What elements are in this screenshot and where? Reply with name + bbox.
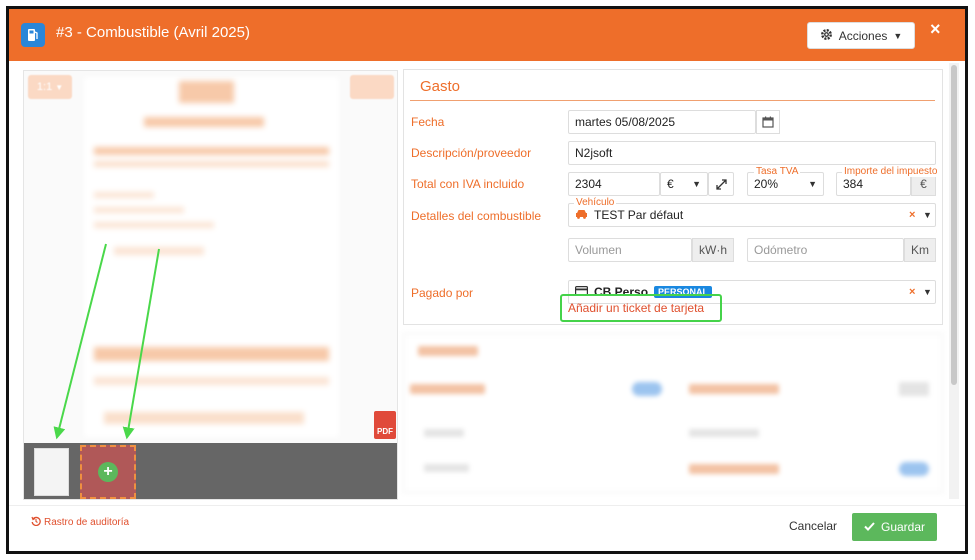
volume-input[interactable]: Volumen [568,238,692,262]
expense-form: Gasto Fecha martes 05/08/2025 Descripció… [403,69,943,325]
zoom-ratio-button[interactable]: 1:1 ▼ [28,75,72,99]
close-icon[interactable]: × [930,19,941,40]
section-title: Gasto [420,78,461,95]
fuel-details-label: Detalles del combustible [411,209,542,223]
tax-rate-value: 20% [754,177,779,191]
plus-circle-icon: + [98,462,118,482]
preview-settings-button[interactable] [350,75,394,99]
document-preview: 1:1 ▼ PDF + [23,70,398,500]
receipt-image [84,77,339,437]
odometer-input[interactable]: Odómetro [747,238,904,262]
caret-down-icon: ▼ [923,210,932,220]
footer-divider [9,505,965,506]
odometer-unit-addon: Km [904,238,936,262]
scrollbar-thumb[interactable] [951,65,957,385]
fuel-pump-icon [21,23,45,47]
paid-by-label: Pagado por [411,286,474,300]
history-icon [31,516,41,529]
vehicle-label: Vehículo [574,197,617,208]
tax-amount-label: Importe del impuesto [842,166,940,177]
total-input[interactable]: 2304 [568,172,660,196]
caret-down-icon: ▼ [923,287,932,297]
expand-icon[interactable] [708,172,734,196]
actions-button[interactable]: Acciones ▼ [807,22,915,49]
calendar-icon[interactable] [756,110,780,134]
audit-trail-label: Rastro de auditoría [44,517,130,528]
audit-trail-link[interactable]: Rastro de auditoría [31,516,129,529]
blurred-section [403,333,943,493]
caret-down-icon: ▼ [808,179,817,189]
modal-header: #3 - Combustible (Avril 2025) Acciones ▼… [9,9,965,61]
check-icon [864,520,875,534]
page-thumbnail[interactable] [34,448,69,496]
add-card-ticket-link[interactable]: Añadir un ticket de tarjeta [560,294,722,322]
total-label: Total con IVA incluido [411,177,525,191]
vehicle-value: TEST Par défaut [594,208,684,222]
pdf-icon: PDF [374,411,396,439]
description-input[interactable]: N2jsoft [568,141,936,165]
add-page-button[interactable]: + [80,445,136,499]
clear-icon[interactable]: × [909,209,915,221]
currency-value: € [667,177,674,191]
save-label: Guardar [880,520,926,534]
caret-down-icon: ▼ [893,30,903,41]
thumbnail-strip: + [24,443,397,499]
section-divider [410,100,935,101]
caret-down-icon: ▼ [692,179,701,189]
description-label: Descripción/proveedor [411,146,532,160]
currency-select[interactable]: € ▼ [660,172,708,196]
gear-icon [820,28,833,44]
save-button[interactable]: Guardar [852,513,937,541]
tax-rate-label: Tasa TVA [754,166,801,177]
modal-window: #3 - Combustible (Avril 2025) Acciones ▼… [6,6,968,554]
date-label: Fecha [411,115,445,129]
date-input[interactable]: martes 05/08/2025 [568,110,756,134]
modal-title: #3 - Combustible (Avril 2025) [56,24,250,41]
car-icon [575,208,588,222]
cancel-button[interactable]: Cancelar [789,519,837,533]
clear-icon[interactable]: × [909,286,915,298]
vehicle-select[interactable]: TEST Par défaut × ▼ [568,203,936,227]
volume-unit-addon: kW·h [692,238,734,262]
actions-label: Acciones [838,28,888,43]
